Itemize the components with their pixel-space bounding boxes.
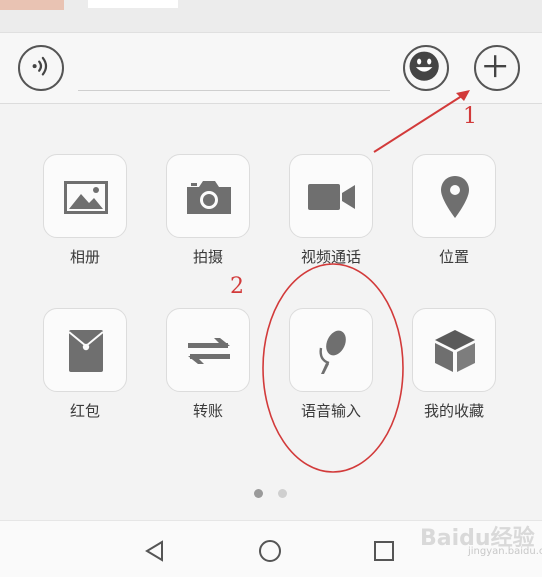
red-packet-button[interactable] bbox=[43, 308, 127, 392]
photo-icon bbox=[64, 181, 108, 214]
location-button[interactable] bbox=[412, 154, 496, 238]
header-fragment bbox=[88, 0, 178, 8]
transfer-button[interactable] bbox=[166, 308, 250, 392]
page-dot-inactive[interactable] bbox=[278, 489, 287, 498]
more-plus-button[interactable] bbox=[474, 45, 520, 91]
video-call-button[interactable] bbox=[289, 154, 373, 238]
camera-button[interactable] bbox=[166, 154, 250, 238]
favorites-button[interactable] bbox=[412, 308, 496, 392]
watermark-url: jingyan.baidu.com bbox=[468, 546, 542, 557]
location-label: 位置 bbox=[438, 248, 469, 266]
chat-header-strip bbox=[0, 0, 542, 33]
camera-label: 拍摄 bbox=[192, 248, 223, 266]
message-input[interactable] bbox=[78, 90, 390, 91]
square-recent-icon[interactable] bbox=[372, 539, 396, 563]
microphone-icon bbox=[319, 330, 346, 374]
voice-toggle-button[interactable] bbox=[18, 45, 64, 91]
chat-input-bar bbox=[0, 33, 542, 104]
transfer-arrows-icon bbox=[188, 338, 230, 364]
video-camera-icon bbox=[308, 184, 355, 210]
transfer-label: 转账 bbox=[192, 402, 223, 420]
video-call-label: 视频通话 bbox=[300, 248, 361, 266]
location-pin-icon bbox=[441, 176, 469, 218]
plus-icon bbox=[484, 55, 507, 78]
circle-home-icon[interactable] bbox=[258, 539, 282, 563]
triangle-back-icon[interactable] bbox=[143, 539, 167, 563]
camera-icon bbox=[187, 181, 231, 214]
emoji-button[interactable] bbox=[403, 45, 449, 91]
album-label: 相册 bbox=[69, 248, 100, 266]
red-packet-icon bbox=[68, 330, 104, 372]
voice-wave-icon bbox=[32, 56, 48, 76]
smiley-face-icon bbox=[409, 51, 439, 81]
voice-input-label: 语音输入 bbox=[300, 402, 361, 420]
album-button[interactable] bbox=[43, 154, 127, 238]
voice-input-button[interactable] bbox=[289, 308, 373, 392]
avatar-fragment bbox=[0, 0, 64, 10]
red-packet-label: 红包 bbox=[69, 402, 100, 420]
page-dot-active[interactable] bbox=[254, 489, 263, 498]
favorites-label: 我的收藏 bbox=[423, 402, 484, 420]
cube-icon bbox=[435, 330, 475, 372]
